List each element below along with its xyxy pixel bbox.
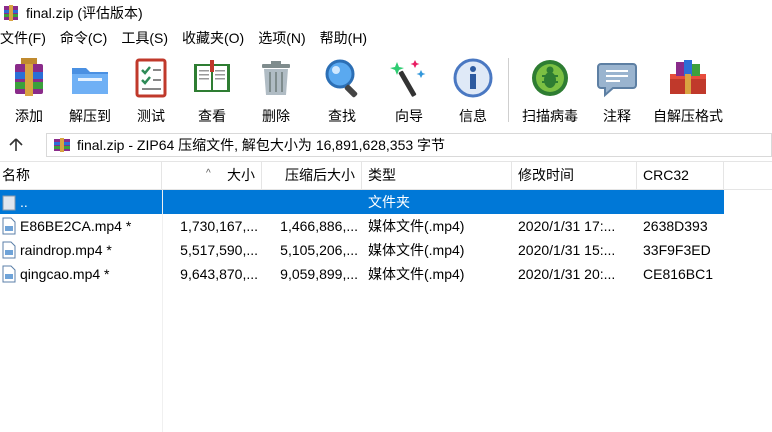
wizard-label: 向导 xyxy=(395,108,423,124)
table-row[interactable]: qingcao.mp4 * 9,643,870,... 9,059,899,..… xyxy=(0,262,724,286)
column-header-packed[interactable]: 压缩后大小 xyxy=(262,162,362,189)
address-field[interactable]: final.zip - ZIP64 压缩文件, 解包大小为 16,891,628… xyxy=(46,133,772,157)
row-type: 媒体文件(.mp4) xyxy=(368,242,465,258)
address-text: final.zip - ZIP64 压缩文件, 解包大小为 16,891,628… xyxy=(77,137,446,153)
menu-tools[interactable]: 工具(S) xyxy=(121,28,168,48)
column-header-name[interactable]: 名称 xyxy=(0,162,162,189)
arrow-up-icon xyxy=(9,138,23,151)
info-button[interactable]: 信息 xyxy=(442,50,504,130)
column-size-label: 大小 xyxy=(227,167,255,183)
info-icon xyxy=(453,58,493,98)
find-label: 查找 xyxy=(328,108,356,124)
scan-virus-button[interactable]: 扫描病毒 xyxy=(513,50,587,130)
row-size: 1,730,167,... xyxy=(180,218,258,234)
comment-button[interactable]: 注释 xyxy=(587,50,647,130)
menu-bar: 文件(F) 命令(C) 工具(S) 收藏夹(O) 选项(N) 帮助(H) xyxy=(0,26,772,50)
file-list-header: 名称 ^ 大小 压缩后大小 类型 修改时间 CRC32 xyxy=(0,161,772,190)
title-bar: final.zip (评估版本) xyxy=(0,0,772,26)
row-type: 文件夹 xyxy=(368,194,410,210)
menu-favorites[interactable]: 收藏夹(O) xyxy=(182,28,244,48)
magnifier-icon xyxy=(325,59,358,98)
toolbar: 添加 解压到 测试 查看 删除 查找 向导 信息 扫描病毒 注释 自解压格式 xyxy=(0,50,772,130)
books-stack-icon xyxy=(15,58,43,96)
winrar-app-icon xyxy=(4,5,18,21)
row-size: 5,517,590,... xyxy=(180,242,258,258)
menu-file[interactable]: 文件(F) xyxy=(0,28,46,48)
row-packed-size: 1,466,886,... xyxy=(280,218,358,234)
column-header-modified[interactable]: 修改时间 xyxy=(512,162,637,189)
open-book-icon xyxy=(194,60,230,92)
row-packed-size: 5,105,206,... xyxy=(280,242,358,258)
menu-options[interactable]: 选项(N) xyxy=(258,28,305,48)
extract-label: 解压到 xyxy=(69,108,111,124)
view-button[interactable]: 查看 xyxy=(180,50,244,130)
row-modified: 2020/1/31 15:... xyxy=(518,242,616,258)
sfx-label: 自解压格式 xyxy=(653,108,723,124)
magic-wand-icon xyxy=(390,60,426,97)
sfx-button[interactable]: 自解压格式 xyxy=(647,50,729,130)
virus-scan-icon xyxy=(532,60,568,96)
row-size: 9,643,870,... xyxy=(180,266,258,282)
row-modified: 2020/1/31 20:... xyxy=(518,266,616,282)
row-type: 媒体文件(.mp4) xyxy=(368,266,465,282)
column-divider xyxy=(162,190,163,432)
row-crc: 2638D393 xyxy=(643,218,708,234)
find-button[interactable]: 查找 xyxy=(308,50,376,130)
column-header-size[interactable]: ^ 大小 xyxy=(162,162,262,189)
folder-extract-icon xyxy=(72,68,108,94)
menu-help[interactable]: 帮助(H) xyxy=(320,28,367,48)
file-list: 名称 ^ 大小 压缩后大小 类型 修改时间 CRC32 .. 文件夹 E86BE… xyxy=(0,161,772,432)
column-crc-label: CRC32 xyxy=(643,167,689,183)
comment-label: 注释 xyxy=(603,108,631,124)
sort-ascending-icon: ^ xyxy=(206,168,211,179)
sfx-archive-icon xyxy=(670,60,706,94)
row-type: 媒体文件(.mp4) xyxy=(368,218,465,234)
table-row-parent-folder[interactable]: .. 文件夹 xyxy=(0,190,724,214)
row-name: qingcao.mp4 * xyxy=(20,266,110,282)
menu-commands[interactable]: 命令(C) xyxy=(60,28,107,48)
column-header-crc[interactable]: CRC32 xyxy=(637,162,724,189)
row-name: raindrop.mp4 * xyxy=(20,242,112,258)
column-type-label: 类型 xyxy=(368,167,396,183)
wizard-button[interactable]: 向导 xyxy=(376,50,442,130)
row-modified: 2020/1/31 17:... xyxy=(518,218,616,234)
table-row[interactable]: E86BE2CA.mp4 * 1,730,167,... 1,466,886,.… xyxy=(0,214,724,238)
toolbar-separator xyxy=(508,58,509,122)
add-label: 添加 xyxy=(15,108,43,124)
media-file-icon xyxy=(2,217,16,235)
info-label: 信息 xyxy=(459,108,487,124)
column-name-label: 名称 xyxy=(2,167,30,183)
checklist-icon xyxy=(135,58,167,98)
test-button[interactable]: 测试 xyxy=(122,50,180,130)
column-modified-label: 修改时间 xyxy=(518,167,574,183)
folder-up-icon xyxy=(2,195,16,211)
table-row[interactable]: raindrop.mp4 * 5,517,590,... 5,105,206,.… xyxy=(0,238,724,262)
row-packed-size: 9,059,899,... xyxy=(280,266,358,282)
row-name: E86BE2CA.mp4 * xyxy=(20,218,132,234)
column-packed-label: 压缩后大小 xyxy=(285,167,355,183)
window-title: final.zip (评估版本) xyxy=(26,5,143,21)
test-label: 测试 xyxy=(137,108,165,124)
add-button[interactable]: 添加 xyxy=(0,50,58,130)
column-header-type[interactable]: 类型 xyxy=(362,162,512,189)
speech-bubble-icon xyxy=(597,63,637,98)
up-one-level-button[interactable] xyxy=(0,130,32,160)
view-label: 查看 xyxy=(198,108,226,124)
row-crc: CE816BC1 xyxy=(643,266,714,282)
delete-button[interactable]: 删除 xyxy=(244,50,308,130)
trash-can-icon xyxy=(262,61,290,95)
scan-label: 扫描病毒 xyxy=(522,108,578,124)
media-file-icon xyxy=(2,265,16,283)
row-crc: 33F9F3ED xyxy=(643,242,711,258)
archive-icon xyxy=(54,138,70,152)
delete-label: 删除 xyxy=(262,108,290,124)
media-file-icon xyxy=(2,241,16,259)
extract-to-button[interactable]: 解压到 xyxy=(58,50,122,130)
address-bar: final.zip - ZIP64 压缩文件, 解包大小为 16,891,628… xyxy=(0,130,772,160)
row-name: .. xyxy=(20,194,28,210)
